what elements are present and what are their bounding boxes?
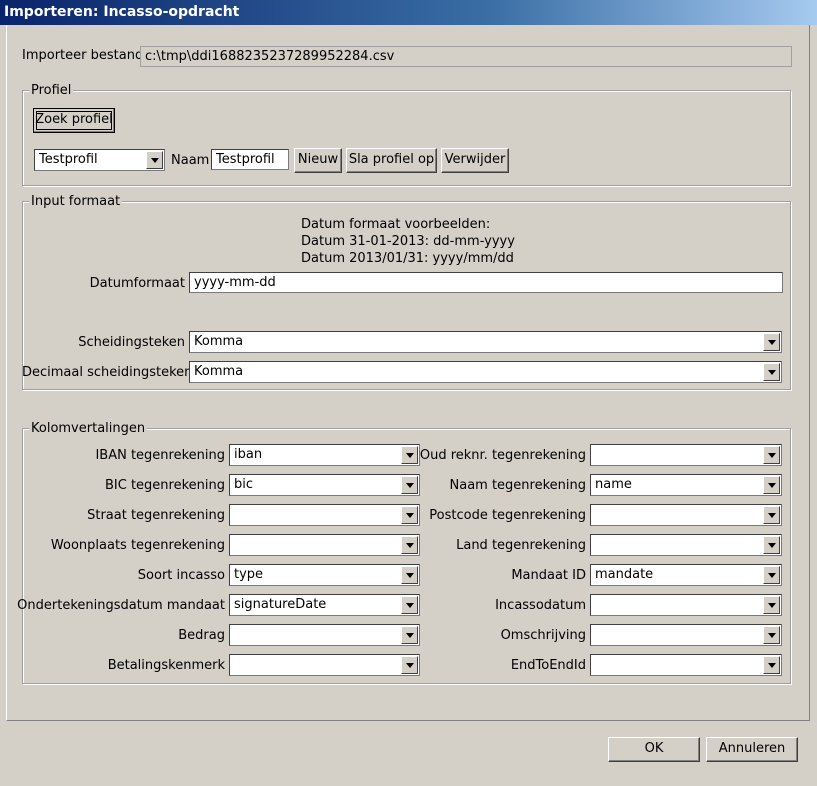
column-left-label: Ondertekeningsdatum mandaat	[17, 598, 225, 613]
import-file-label: Importeer bestand	[22, 48, 144, 63]
profile-select-value: Testprofil	[39, 152, 98, 167]
chevron-down-icon[interactable]	[763, 446, 780, 464]
column-left-label: Woonplaats tegenrekening	[50, 538, 225, 553]
column-select-value: mandate	[595, 567, 654, 582]
window-title: Importeren: Incasso-opdracht	[0, 0, 817, 25]
chevron-down-icon[interactable]	[763, 536, 780, 554]
column-select-value: bic	[234, 477, 254, 492]
date-example-2: Datum 2013/01/31: yyyy/mm/dd	[301, 251, 514, 266]
column-right-select[interactable]: mandate	[590, 564, 782, 586]
column-left-label: Soort incasso	[137, 568, 225, 583]
input-format-legend: Input formaat	[29, 194, 123, 209]
column-right-label: Omschrijving	[500, 628, 586, 643]
column-left-label: Bedrag	[178, 628, 225, 643]
column-mapping-legend: Kolomvertalingen	[29, 421, 148, 436]
column-right-label: Oud reknr. tegenrekening	[419, 448, 586, 463]
column-right-select[interactable]	[590, 654, 782, 676]
column-select-value: name	[595, 477, 632, 492]
decimal-separator-label: Decimaal scheidingsteken	[22, 365, 193, 380]
chevron-down-icon[interactable]	[763, 333, 780, 351]
column-left-label: Betalingskenmerk	[107, 658, 225, 673]
chevron-down-icon[interactable]	[763, 566, 780, 584]
separator-label: Scheidingsteken	[78, 335, 185, 350]
chevron-down-icon[interactable]	[763, 476, 780, 494]
column-left-label: Straat tegenrekening	[87, 508, 225, 523]
column-left-label: IBAN tegenrekening	[95, 448, 225, 463]
chevron-down-icon[interactable]	[763, 596, 780, 614]
chevron-down-icon[interactable]	[763, 626, 780, 644]
chevron-down-icon[interactable]	[763, 656, 780, 674]
profiel-legend: Profiel	[29, 83, 74, 98]
column-right-label: Naam tegenrekening	[449, 478, 587, 493]
import-file-path: c:\tmp\ddi1688235237289952284.csv	[140, 46, 792, 67]
chevron-down-icon[interactable]	[763, 363, 780, 381]
chevron-down-icon[interactable]	[146, 151, 163, 169]
profile-select[interactable]: Testprofil	[34, 149, 165, 171]
date-examples-title: Datum formaat voorbeelden:	[301, 217, 491, 232]
column-right-select[interactable]	[590, 444, 782, 466]
ok-button[interactable]: OK	[608, 737, 700, 762]
column-select-value: signatureDate	[234, 597, 327, 612]
date-format-label: Datumformaat	[89, 276, 185, 291]
new-profile-button[interactable]: Nieuw	[294, 148, 342, 173]
column-select-value: iban	[234, 447, 263, 462]
date-example-1: Datum 31-01-2013: dd-mm-yyyy	[301, 234, 515, 249]
column-right-select[interactable]: name	[590, 474, 782, 496]
column-right-select[interactable]	[590, 624, 782, 646]
chevron-down-icon[interactable]	[763, 506, 780, 524]
column-right-select[interactable]	[590, 504, 782, 526]
column-select-value: type	[234, 567, 264, 582]
column-right-label: Postcode tegenrekening	[429, 508, 586, 523]
decimal-separator-select-value: Komma	[194, 364, 244, 379]
decimal-separator-select[interactable]: Komma	[189, 361, 782, 383]
cancel-button[interactable]: Annuleren	[706, 737, 798, 762]
column-right-label: Incassodatum	[495, 598, 586, 613]
profile-name-input[interactable]: Testprofil	[211, 149, 289, 170]
zoek-profiel-button[interactable]: Zoek profiel	[33, 108, 115, 133]
column-right-select[interactable]	[590, 594, 782, 616]
delete-profile-button[interactable]: Verwijder	[441, 148, 509, 173]
column-left-label: BIC tegenrekening	[104, 478, 225, 493]
column-right-label: EndToEndId	[510, 658, 586, 673]
separator-select-value: Komma	[194, 334, 244, 349]
column-right-select[interactable]	[590, 534, 782, 556]
save-profile-button[interactable]: Sla profiel op	[346, 148, 437, 173]
column-right-label: Mandaat ID	[511, 568, 586, 583]
separator-select[interactable]: Komma	[189, 331, 782, 353]
column-right-label: Land tegenrekening	[456, 538, 586, 553]
date-format-input[interactable]: yyyy-mm-dd	[189, 272, 783, 293]
naam-label: Naam	[171, 153, 210, 168]
